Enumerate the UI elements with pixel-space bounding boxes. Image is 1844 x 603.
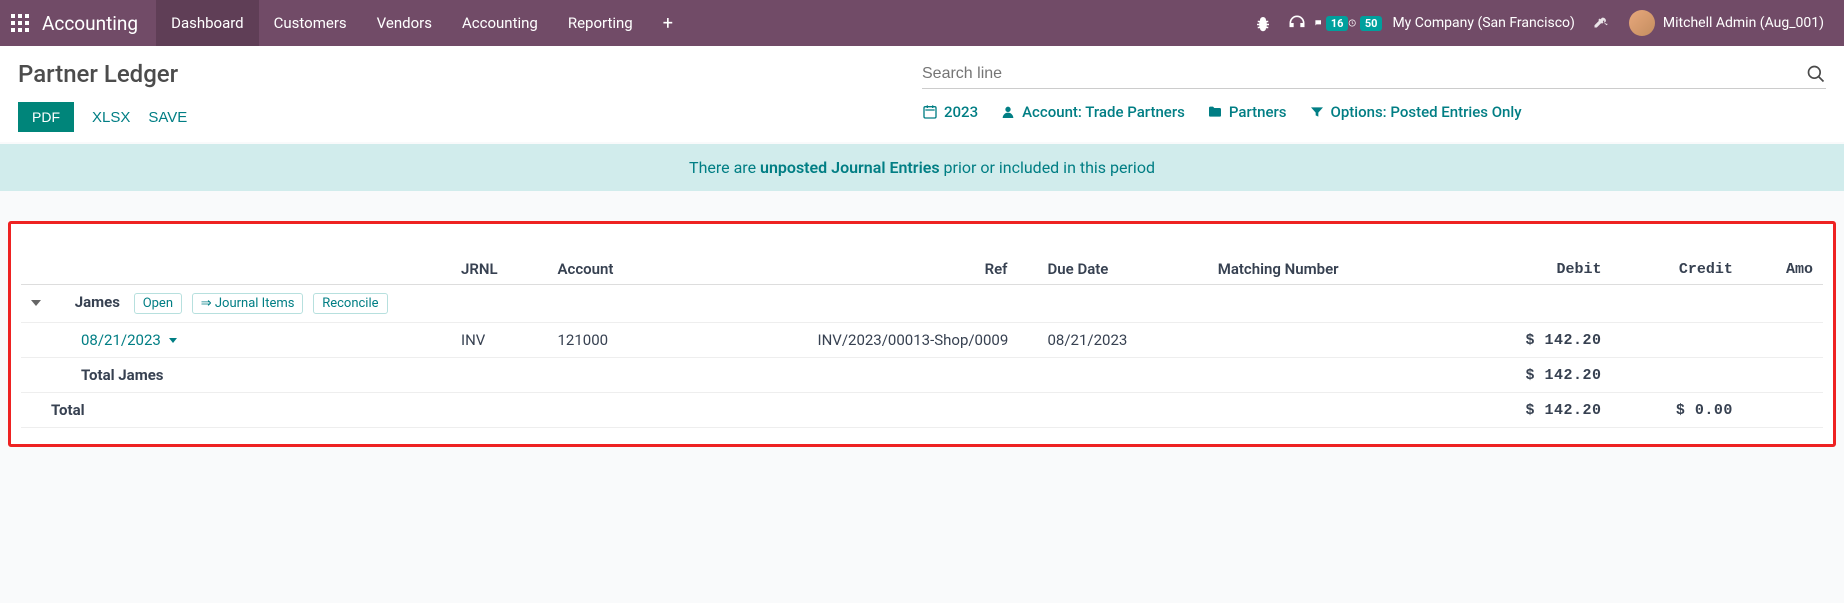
- search-icon[interactable]: [1806, 64, 1826, 84]
- col-ref: Ref: [808, 254, 1038, 285]
- line-due: 08/21/2023: [1038, 323, 1208, 358]
- avatar: [1629, 10, 1655, 36]
- line-date[interactable]: 08/21/2023: [81, 331, 177, 349]
- unposted-banner[interactable]: There are unposted Journal Entries prior…: [0, 144, 1844, 191]
- col-credit: Credit: [1612, 254, 1743, 285]
- col-account: Account: [548, 254, 808, 285]
- filter-date[interactable]: 2023: [922, 103, 978, 121]
- calendar-icon: [922, 104, 938, 120]
- user-icon: [1000, 104, 1016, 120]
- line-account: 121000: [548, 323, 808, 358]
- apps-icon[interactable]: [10, 13, 30, 33]
- line-debit: $ 142.20: [1448, 323, 1612, 358]
- filter-icon: [1309, 104, 1325, 120]
- add-menu-icon[interactable]: +: [648, 13, 688, 34]
- page-title: Partner Ledger: [18, 60, 922, 88]
- col-amount: Amo: [1743, 254, 1823, 285]
- menu-accounting[interactable]: Accounting: [447, 0, 553, 46]
- journal-items-button[interactable]: ⇒ Journal Items: [192, 293, 304, 314]
- grand-total-label: Total: [21, 393, 451, 428]
- partner-name[interactable]: James: [75, 293, 120, 311]
- line-jrnl: INV: [451, 323, 548, 358]
- ledger-line: 08/21/2023 INV 121000 INV/2023/00013-Sho…: [21, 323, 1823, 358]
- grand-total-credit: $ 0.00: [1612, 393, 1743, 428]
- reconcile-button[interactable]: Reconcile: [313, 293, 387, 314]
- filter-options[interactable]: Options: Posted Entries Only: [1309, 103, 1522, 121]
- search-bar: [922, 60, 1826, 89]
- partner-total-debit: $ 142.20: [1448, 358, 1612, 393]
- app-brand[interactable]: Accounting: [42, 12, 138, 35]
- messages-icon[interactable]: 16: [1314, 14, 1348, 32]
- col-jrnl: JRNL: [451, 254, 548, 285]
- support-icon[interactable]: [1280, 13, 1314, 33]
- open-button[interactable]: Open: [134, 293, 182, 314]
- xlsx-button[interactable]: XLSX: [92, 109, 130, 126]
- folder-icon: [1207, 104, 1223, 120]
- menu-reporting[interactable]: Reporting: [553, 0, 648, 46]
- activities-badge: 50: [1360, 16, 1383, 31]
- menu-vendors[interactable]: Vendors: [362, 0, 447, 46]
- partner-row: James Open ⇒ Journal Items Reconcile: [21, 285, 1823, 323]
- menu-dashboard[interactable]: Dashboard: [156, 0, 259, 46]
- bug-icon[interactable]: [1246, 14, 1280, 32]
- filter-partners[interactable]: Partners: [1207, 103, 1287, 121]
- sub-header: Partner Ledger PDF XLSX SAVE 2023 Accoun…: [0, 46, 1844, 142]
- user-menu[interactable]: Mitchell Admin (Aug_001): [1619, 10, 1834, 36]
- save-button[interactable]: SAVE: [148, 109, 187, 126]
- main-navbar: Accounting Dashboard Customers Vendors A…: [0, 0, 1844, 46]
- line-ref: INV/2023/00013-Shop/0009: [808, 323, 1038, 358]
- filter-account[interactable]: Account: Trade Partners: [1000, 103, 1185, 121]
- col-due: Due Date: [1038, 254, 1208, 285]
- user-name: Mitchell Admin (Aug_001): [1663, 15, 1824, 31]
- ledger-table: JRNL Account Ref Due Date Matching Numbe…: [21, 254, 1823, 428]
- pdf-button[interactable]: PDF: [18, 102, 74, 132]
- search-input[interactable]: [922, 65, 1806, 83]
- collapse-icon[interactable]: [31, 300, 41, 306]
- menu-customers[interactable]: Customers: [259, 0, 362, 46]
- company-switcher[interactable]: My Company (San Francisco): [1382, 15, 1584, 31]
- tools-icon[interactable]: [1585, 14, 1619, 32]
- grand-total-row: Total $ 142.20 $ 0.00: [21, 393, 1823, 428]
- col-matching: Matching Number: [1208, 254, 1448, 285]
- messages-badge: 16: [1326, 16, 1349, 31]
- col-debit: Debit: [1448, 254, 1612, 285]
- grand-total-debit: $ 142.20: [1448, 393, 1612, 428]
- partner-total-row: Total James $ 142.20: [21, 358, 1823, 393]
- partner-total-label: Total James: [21, 358, 451, 393]
- report-frame: JRNL Account Ref Due Date Matching Numbe…: [8, 221, 1836, 447]
- activities-icon[interactable]: 50: [1348, 14, 1382, 32]
